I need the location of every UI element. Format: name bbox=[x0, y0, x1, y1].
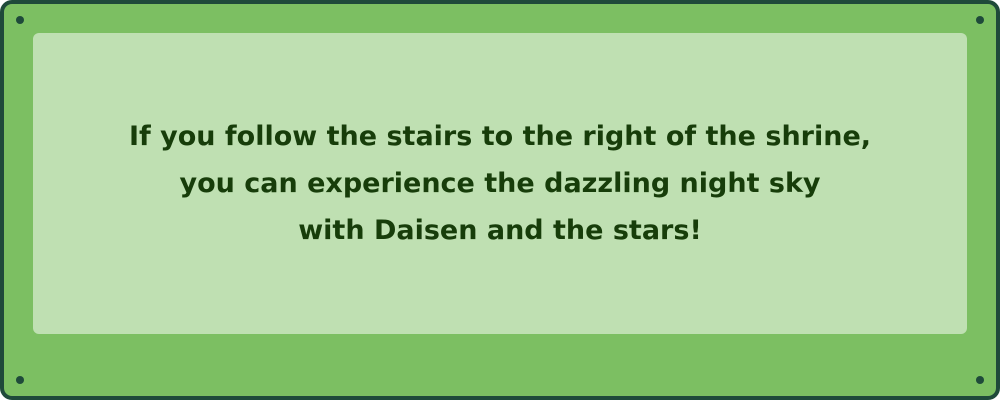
message-panel: If you follow the stairs to the right of… bbox=[33, 33, 967, 334]
message-line-3: with Daisen and the stars! bbox=[298, 215, 702, 246]
screw-top-left bbox=[16, 16, 24, 24]
sign-board: If you follow the stairs to the right of… bbox=[0, 0, 1000, 400]
message-line-1: If you follow the stairs to the right of… bbox=[128, 121, 872, 152]
screw-top-right bbox=[976, 16, 984, 24]
message-line-2: you can experience the dazzling night sk… bbox=[179, 168, 821, 199]
screw-bottom-left bbox=[16, 376, 24, 384]
sign-message: If you follow the stairs to the right of… bbox=[129, 113, 871, 254]
screw-bottom-right bbox=[976, 376, 984, 384]
